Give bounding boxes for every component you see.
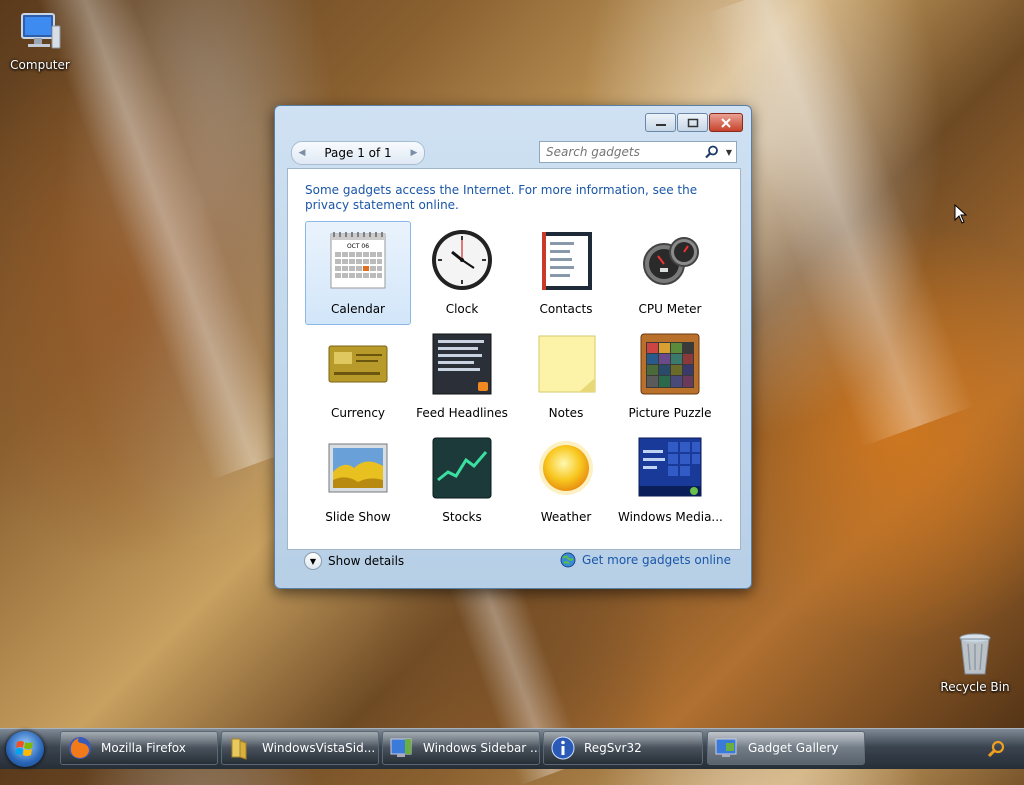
gadget-name: Feed Headlines [416,406,508,420]
gadget-clock[interactable]: Clock [409,221,515,325]
windows-logo-icon [15,741,33,756]
recycle-bin-label: Recycle Bin [940,680,1010,694]
gadget-contacts[interactable]: Contacts [513,221,619,325]
show-details-label: Show details [328,554,405,568]
chevron-down-icon: ▼ [725,147,733,157]
gadget-slide-show[interactable]: Slide Show [305,429,411,533]
page-label: Page 1 of 1 [324,146,392,160]
gadget-picture-puzzle[interactable]: Picture Puzzle [617,325,723,429]
close-button[interactable] [709,113,743,132]
search-button[interactable] [702,143,722,161]
page-navigator: ◀ Page 1 of 1 ▶ [291,141,425,165]
gadget-gallery-icon [715,738,737,757]
recycle-bin-icon [951,630,999,678]
window-footer: ▼ Show details Get more gadgets online [287,548,739,578]
gadget-name: Clock [445,302,479,316]
gadget-name: Calendar [331,302,385,316]
gadget-panel: Some gadgets access the Internet. For mo… [287,168,741,550]
search-icon [987,740,1005,758]
gadget-name: Contacts [539,302,593,316]
next-page-button[interactable]: ▶ [404,143,424,163]
sidebar-icon [390,738,412,757]
picture-puzzle-icon [638,332,702,396]
taskbar-item-label: Mozilla Firefox [101,741,186,755]
search-input[interactable] [540,143,702,161]
gadget-name: Weather [540,510,592,524]
tray-search-button[interactable] [986,739,1006,759]
stocks-icon [430,436,494,500]
minimize-icon [655,123,666,126]
minimize-button[interactable] [645,113,676,132]
gadget-name: Windows Media... [618,510,723,524]
maximize-icon [687,118,698,127]
mouse-cursor-icon [954,204,968,224]
taskbar-item-firefox[interactable]: Mozilla Firefox [60,731,218,765]
gadget-stocks[interactable]: Stocks [409,429,515,533]
taskbar-item-regsvr32[interactable]: RegSvr32 [543,731,703,765]
contacts-icon [534,228,598,292]
chevron-left-icon: ◀ [298,148,306,158]
previous-page-button[interactable]: ◀ [292,143,312,163]
gadget-name: Picture Puzzle [628,406,712,420]
gadget-feed-headlines[interactable]: Feed Headlines [409,325,515,429]
navigation-row: ◀ Page 1 of 1 ▶ ▼ [289,140,737,165]
maximize-button[interactable] [677,113,708,132]
taskbar-item-gadget-gallery[interactable]: Gadget Gallery [707,731,865,765]
show-details-button[interactable]: ▼ Show details [304,552,404,570]
close-icon [721,117,731,128]
taskbar-item-windows-sidebar[interactable]: Windows Sidebar ... [382,731,540,765]
window-controls [645,113,743,132]
gadget-name: CPU Meter [638,302,702,316]
globe-icon [560,552,576,568]
cpu-meter-icon [638,228,702,292]
gadget-name: Notes [548,406,584,420]
gadget-currency[interactable]: Currency [305,325,411,429]
gadget-name: Stocks [442,510,482,524]
taskbar-item-label: Gadget Gallery [748,741,839,755]
gadget-weather[interactable]: Weather [513,429,619,533]
get-more-gadgets-label: Get more gadgets online [581,553,731,567]
privacy-notice-link[interactable]: Some gadgets access the Internet. For mo… [305,183,725,213]
chevron-down-icon: ▼ [304,552,322,570]
get-more-gadgets-link[interactable]: Get more gadgets online [560,552,731,568]
notes-icon [534,332,598,396]
search-options-dropdown[interactable]: ▼ [722,143,736,161]
gadget-windows-media[interactable]: Windows Media... [617,429,723,533]
info-icon [551,736,575,760]
gadget-grid: OCT 06 Calendar Clock Contacts CPU Meter… [305,221,729,533]
feed-headlines-icon [430,332,494,396]
gadget-calendar[interactable]: OCT 06 Calendar [305,221,411,325]
computer-icon [16,8,64,56]
chevron-right-icon: ▶ [410,148,418,158]
desktop-computer[interactable]: Computer [0,8,80,72]
currency-icon [326,332,390,396]
taskbar: Mozilla Firefox WindowsVistaSid... Windo… [0,728,1024,769]
taskbar-item-label: WindowsVistaSid... [262,741,376,755]
gadget-name: Slide Show [325,510,391,524]
weather-icon [534,436,598,500]
gadget-name: Currency [330,406,386,420]
firefox-icon [69,737,91,759]
gadget-cpu-meter[interactable]: CPU Meter [617,221,723,325]
search-icon [705,145,718,159]
desktop-recycle-bin[interactable]: Recycle Bin [935,630,1015,694]
slide-show-icon [326,436,390,500]
svg-text:OCT 06: OCT 06 [347,243,369,250]
folder-icon [231,738,247,760]
calendar-icon: OCT 06 [326,228,390,292]
taskbar-item-folder[interactable]: WindowsVistaSid... [221,731,379,765]
computer-label: Computer [10,58,70,72]
clock-icon [430,228,494,292]
taskbar-item-label: Windows Sidebar ... [423,741,540,755]
gadget-gallery-window: ◀ Page 1 of 1 ▶ ▼ Some gadgets access th… [274,105,752,589]
start-button[interactable] [6,731,44,767]
search-box: ▼ [539,141,737,163]
gadget-notes[interactable]: Notes [513,325,619,429]
taskbar-item-label: RegSvr32 [584,741,642,755]
windows-media-icon [638,436,702,500]
